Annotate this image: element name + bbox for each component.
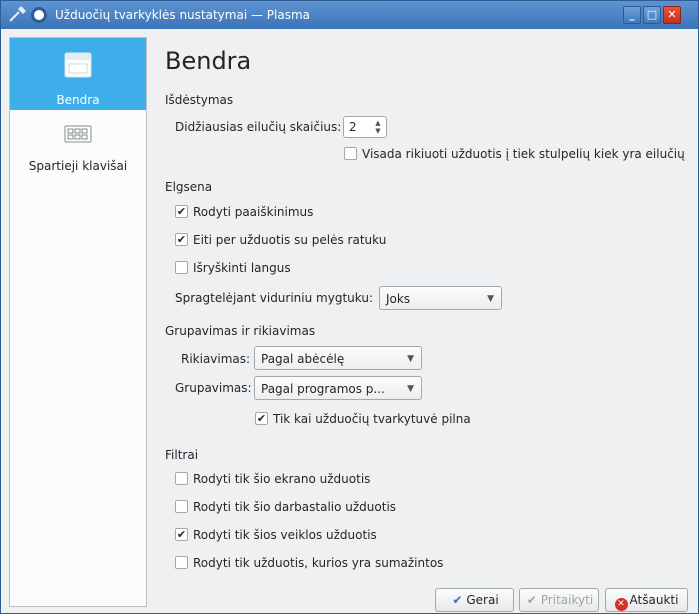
close-button[interactable]: ✕ [663, 6, 681, 24]
sidebar-item-label: Spartieji klavišai [28, 159, 128, 173]
ok-button[interactable]: ✔ Gerai [435, 588, 514, 612]
sidebar: Bendra Spartieji klavišai [9, 37, 147, 607]
only-full-checkbox-row[interactable]: ✔ Tik kai užduočių tvarkytuvė pilna [255, 410, 515, 428]
wheel-checkbox-row[interactable]: ✔ Eiti per užduotis su pelės ratuku [175, 231, 475, 249]
filter-minimized-label: Rodyti tik užduotis, kurios yra sumažint… [193, 556, 444, 570]
section-heading-filters: Filtrai [165, 448, 199, 462]
cancel-button[interactable]: ✕ Atšaukti [605, 588, 688, 612]
filter-minimized-checkbox[interactable] [175, 556, 188, 569]
filter-screen-label: Rodyti tik šio ekrano užduotis [193, 472, 371, 486]
always-sort-label: Visada rikiuoti užduotis į tiek stulpeli… [362, 147, 685, 161]
filter-minimized-checkbox-row[interactable]: Rodyti tik užduotis, kurios yra sumažint… [175, 554, 535, 572]
show-tooltips-label: Rodyti paaiškinimus [193, 205, 314, 219]
highlight-label: Išryškinti langus [193, 261, 291, 275]
chevron-down-icon: ▼ [487, 294, 494, 304]
sorting-label: Rikiavimas: [181, 352, 251, 366]
spin-arrows-icon[interactable]: ▲ ▼ [373, 119, 383, 135]
filter-desktop-label: Rodyti tik šio darbastalio užduotis [193, 500, 397, 514]
sidebar-item-label: Bendra [56, 93, 100, 107]
apply-button[interactable]: ✔ Pritaikyti [519, 588, 599, 612]
page-title: Bendra [165, 47, 252, 75]
middle-click-combo[interactable]: Joks ▼ [379, 286, 502, 310]
settings-content: Bendra Išdėstymas Didžiausias eilučių sk… [147, 37, 697, 583]
minimize-button[interactable]: _ [623, 6, 641, 24]
sidebar-item-general[interactable]: Bendra [10, 38, 146, 110]
filter-activity-checkbox-row[interactable]: ✔ Rodyti tik šios veiklos užduotis [175, 526, 495, 544]
section-heading-grouping: Grupavimas ir rikiavimas [165, 324, 316, 338]
tools-icon[interactable] [7, 6, 29, 24]
only-full-label: Tik kai užduočių tvarkytuvė pilna [273, 412, 471, 426]
grouping-label: Grupavimas: [175, 381, 252, 395]
wheel-checkbox[interactable]: ✔ [175, 233, 188, 246]
highlight-checkbox[interactable] [175, 261, 188, 274]
sorting-combo[interactable]: Pagal abėcėlę ▼ [254, 346, 422, 370]
grouping-combo[interactable]: Pagal programos p... ▼ [254, 376, 422, 400]
general-settings-icon [64, 52, 92, 78]
check-icon: ✔ [452, 593, 463, 607]
grouping-value: Pagal programos p... [261, 382, 385, 396]
keyboard-icon [64, 124, 92, 148]
only-full-checkbox[interactable]: ✔ [255, 412, 268, 425]
max-rows-label: Didžiausias eilučių skaičius: [175, 120, 342, 134]
filter-screen-checkbox[interactable] [175, 472, 188, 485]
max-rows-spinbox[interactable]: 2 ▲ ▼ [343, 116, 387, 138]
chevron-down-icon: ▼ [407, 354, 414, 364]
sidebar-item-shortcuts[interactable]: Spartieji klavišai [10, 112, 146, 184]
section-heading-layout: Išdėstymas [165, 93, 234, 107]
middle-click-label: Spragtelėjant viduriniu mygtuku: [175, 291, 373, 305]
settings-window: Užduočių tvarkyklės nustatymai — Plasma … [0, 0, 699, 614]
wheel-label: Eiti per užduotis su pelės ratuku [193, 233, 387, 247]
max-rows-value: 2 [349, 120, 357, 134]
maximize-button[interactable]: □ [643, 6, 661, 24]
plasma-app-icon [31, 7, 47, 23]
filter-desktop-checkbox[interactable] [175, 500, 188, 513]
section-heading-behavior: Elgsena [165, 180, 213, 194]
chevron-down-icon: ▼ [407, 384, 414, 394]
highlight-checkbox-row[interactable]: Išryškinti langus [175, 259, 475, 277]
sorting-value: Pagal abėcėlę [261, 352, 345, 366]
check-icon: ✔ [526, 593, 537, 607]
filter-activity-checkbox[interactable]: ✔ [175, 528, 188, 541]
filter-activity-label: Rodyti tik šios veiklos užduotis [193, 528, 377, 542]
show-tooltips-checkbox-row[interactable]: ✔ Rodyti paaiškinimus [175, 203, 475, 221]
title-bar[interactable]: Užduočių tvarkyklės nustatymai — Plasma … [1, 1, 698, 29]
filter-desktop-checkbox-row[interactable]: Rodyti tik šio darbastalio užduotis [175, 498, 495, 516]
window-title: Užduočių tvarkyklės nustatymai — Plasma [55, 8, 310, 22]
cancel-icon: ✕ [614, 598, 628, 611]
show-tooltips-checkbox[interactable]: ✔ [175, 205, 188, 218]
always-sort-checkbox[interactable] [344, 147, 357, 160]
filter-screen-checkbox-row[interactable]: Rodyti tik šio ekrano užduotis [175, 470, 495, 488]
middle-click-value: Joks [386, 292, 411, 306]
always-sort-checkbox-row[interactable]: Visada rikiuoti užduotis į tiek stulpeli… [344, 145, 685, 163]
